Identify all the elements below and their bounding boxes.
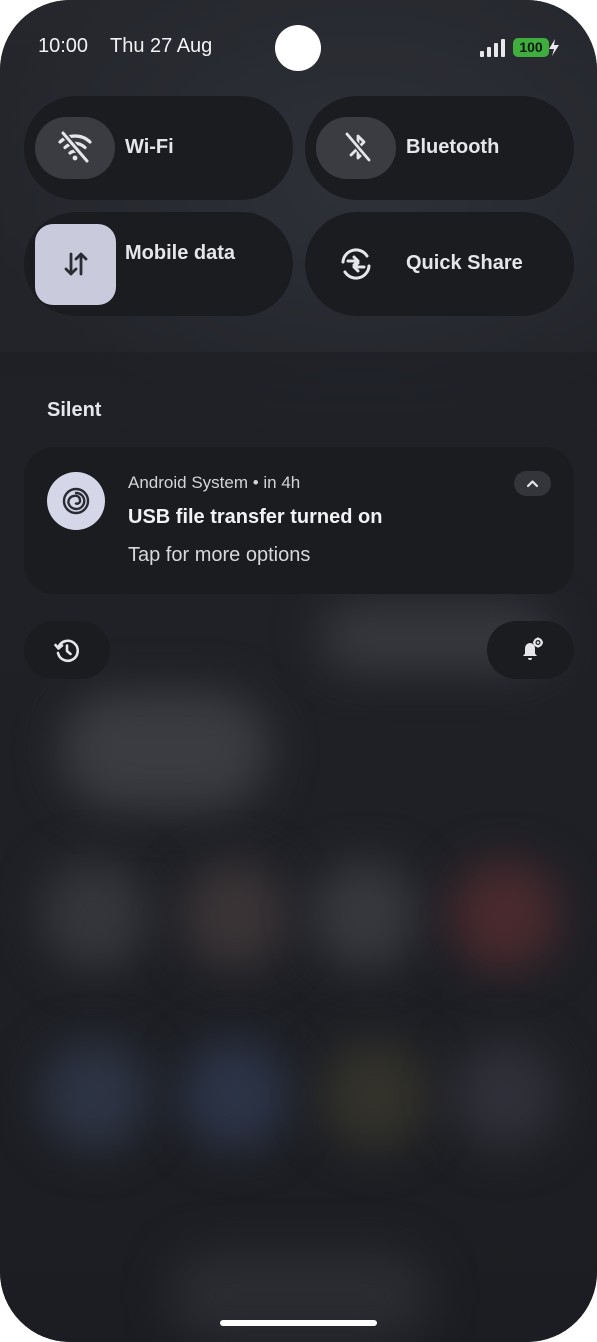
notification-meta: Android System • in 4h	[128, 473, 301, 492]
tile-mobile-data[interactable]: Mobile data	[24, 212, 293, 316]
notification-text: Tap for more options	[128, 544, 311, 566]
wifi-off-icon	[58, 131, 92, 163]
quick-share-icon	[341, 248, 371, 280]
tile-quick-share-label: Quick Share	[406, 252, 523, 274]
battery-indicator: 100	[513, 38, 549, 57]
chevron-up-icon	[526, 480, 539, 488]
status-time: 10:00	[38, 35, 89, 57]
section-header-silent: Silent	[47, 399, 102, 421]
notification-history-button[interactable]	[24, 621, 110, 679]
notification-settings-button[interactable]	[487, 621, 574, 679]
swap-vertical-icon	[64, 252, 88, 276]
bell-settings-icon	[523, 637, 543, 660]
status-bar: 10:00 Thu 27 Aug 100	[0, 0, 597, 95]
notification-app-icon-bg	[47, 472, 105, 530]
tile-quick-share[interactable]: Quick Share	[305, 212, 574, 316]
tile-mobile-data-label: Mobile data	[125, 242, 236, 264]
tile-bluetooth-label: Bluetooth	[406, 136, 500, 158]
bluetooth-off-icon	[344, 132, 372, 162]
tile-bluetooth[interactable]: Bluetooth	[305, 96, 574, 200]
tile-wifi-label: Wi-Fi	[125, 136, 174, 158]
spiral-icon	[62, 487, 90, 515]
notification-collapse-button[interactable]	[514, 471, 551, 496]
charging-bolt-icon	[549, 39, 559, 56]
camera-cutout	[275, 25, 321, 71]
notification-title: USB file transfer turned on	[128, 506, 383, 528]
notification-card[interactable]: Android System • in 4h USB file transfer…	[24, 447, 574, 594]
phone-screen: 10:00 Thu 27 Aug 100 Wi-Fi Bluetooth Mob…	[0, 0, 597, 1342]
cellular-signal-icon	[480, 39, 505, 57]
history-icon	[54, 639, 80, 663]
status-date: Thu 27 Aug	[110, 35, 213, 57]
tile-wifi[interactable]: Wi-Fi	[24, 96, 293, 200]
home-indicator[interactable]	[220, 1320, 377, 1326]
